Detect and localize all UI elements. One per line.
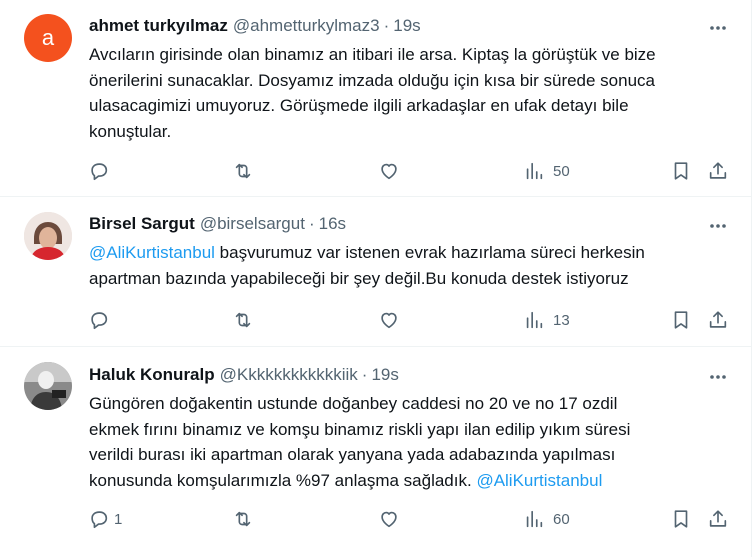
tweet-actions: 13 bbox=[0, 308, 752, 332]
like-button[interactable] bbox=[378, 308, 408, 332]
tweet-text-segment: konusunda komşularımızla %97 anlaşma sağ… bbox=[89, 470, 477, 490]
more-options-icon[interactable] bbox=[708, 18, 728, 38]
tweet-header: Birsel Sargut @birselsargut · 16s bbox=[89, 213, 732, 235]
more-options-icon[interactable] bbox=[708, 216, 728, 236]
reply-icon bbox=[91, 312, 108, 330]
bookmark-button[interactable] bbox=[670, 159, 692, 183]
tweet-text-line: apartman bazında yapabileceği bir şey de… bbox=[89, 268, 629, 288]
view-count: 50 bbox=[553, 162, 570, 180]
profile-photo bbox=[24, 362, 72, 410]
separator-dot: · bbox=[361, 365, 368, 384]
user-name[interactable]: Haluk Konuralp bbox=[89, 365, 215, 385]
retweet-icon bbox=[235, 163, 251, 179]
retweet-button[interactable] bbox=[232, 507, 262, 531]
heart-icon bbox=[381, 511, 397, 528]
separator-dot: · bbox=[308, 214, 315, 233]
views-button[interactable]: 13 bbox=[523, 308, 570, 332]
share-icon bbox=[709, 510, 727, 527]
share-icon bbox=[709, 311, 727, 328]
reply-button[interactable] bbox=[88, 308, 118, 332]
views-button[interactable]: 60 bbox=[523, 507, 570, 531]
timestamp[interactable]: 19s bbox=[393, 16, 420, 36]
tweet[interactable]: a ahmet turkyılmaz @ahmetturkylmaz3 · 19… bbox=[0, 0, 752, 197]
tweet-header: ahmet turkyılmaz @ahmetturkylmaz3 · 19s bbox=[89, 15, 732, 37]
share-button[interactable] bbox=[707, 308, 729, 332]
reply-button[interactable] bbox=[88, 159, 118, 183]
tweet-text-line: Güngören doğakentin ustunde doğanbey cad… bbox=[89, 394, 618, 413]
views-chart-icon bbox=[526, 510, 543, 528]
mention-link[interactable]: @AliKurtistanbul bbox=[476, 471, 602, 490]
view-count: 60 bbox=[553, 510, 570, 528]
heart-icon bbox=[381, 312, 397, 329]
profile-photo bbox=[24, 212, 72, 260]
tweet-text-line: verildi burası iki apartman olarak yanya… bbox=[89, 445, 616, 464]
bookmark-button[interactable] bbox=[670, 308, 692, 332]
share-button[interactable] bbox=[707, 159, 729, 183]
retweet-icon bbox=[235, 312, 251, 328]
tweet-text-segment: başvurumuz var istenen evrak hazırlama s… bbox=[214, 243, 645, 262]
like-button[interactable] bbox=[378, 159, 408, 183]
tweet-actions: 1 60 bbox=[0, 507, 752, 531]
retweet-button[interactable] bbox=[232, 159, 262, 183]
bookmark-icon bbox=[674, 510, 688, 528]
tweet-text-line: konusunda komşularımızla %97 anlaşma sağ… bbox=[89, 468, 726, 494]
like-button[interactable] bbox=[378, 507, 408, 531]
tweet-text-line: konuştular. bbox=[89, 121, 172, 141]
bookmark-icon bbox=[674, 162, 688, 180]
reply-icon bbox=[91, 511, 108, 529]
bookmark-button[interactable] bbox=[670, 507, 692, 531]
reply-count: 1 bbox=[114, 510, 123, 528]
avatar[interactable]: a bbox=[24, 14, 72, 62]
user-handle[interactable]: @ahmetturkylmaz3 bbox=[233, 16, 380, 36]
user-handle[interactable]: @birselsargut bbox=[200, 214, 305, 234]
heart-icon bbox=[381, 163, 397, 180]
timeline-feed: a ahmet turkyılmaz @ahmetturkylmaz3 · 19… bbox=[0, 0, 752, 557]
tweet-text: @AliKurtistanbul başvurumuz var istenen … bbox=[89, 240, 726, 291]
tweet[interactable]: Birsel Sargut @birselsargut · 16s @AliKu… bbox=[0, 197, 752, 347]
tweet[interactable]: Haluk Konuralp @Kkkkkkkkkkkkiik · 19s Gü… bbox=[0, 347, 752, 557]
views-chart-icon bbox=[526, 162, 543, 180]
share-button[interactable] bbox=[707, 507, 729, 531]
mention-link[interactable]: @AliKurtistanbul bbox=[89, 243, 215, 262]
tweet-text-line: Avcıların girisinde olan binamız an itib… bbox=[89, 45, 656, 64]
separator-dot: · bbox=[383, 16, 390, 35]
retweet-icon bbox=[235, 511, 251, 527]
bookmark-icon bbox=[674, 311, 688, 329]
retweet-button[interactable] bbox=[232, 308, 262, 332]
timestamp[interactable]: 19s bbox=[371, 365, 398, 385]
tweet-text: Güngören doğakentin ustunde doğanbey cad… bbox=[89, 391, 726, 493]
view-count: 13 bbox=[553, 311, 570, 329]
tweet-header: Haluk Konuralp @Kkkkkkkkkkkkiik · 19s bbox=[89, 364, 732, 386]
tweet-text: Avcıların girisinde olan binamız an itib… bbox=[89, 42, 726, 144]
reply-icon bbox=[91, 163, 108, 181]
tweet-text-line: ekmek fırını binamız ve komşu binamız ri… bbox=[89, 419, 631, 439]
user-name[interactable]: Birsel Sargut bbox=[89, 214, 195, 234]
share-icon bbox=[709, 162, 727, 179]
avatar[interactable] bbox=[24, 362, 72, 410]
user-name[interactable]: ahmet turkyılmaz bbox=[89, 16, 228, 36]
tweet-text-line: @AliKurtistanbul başvurumuz var istenen … bbox=[89, 240, 726, 266]
avatar[interactable] bbox=[24, 212, 72, 260]
reply-button[interactable]: 1 bbox=[88, 507, 122, 531]
tweet-text-line: ulasacagimizi umuyoruz. Görüşmede ilgili… bbox=[89, 96, 629, 115]
user-handle[interactable]: @Kkkkkkkkkkkkiik bbox=[220, 365, 358, 385]
tweet-actions: 50 bbox=[0, 159, 752, 183]
tweet-text-line: önerilerini sunacaklar. Dosyamız imzada … bbox=[89, 70, 656, 90]
views-button[interactable]: 50 bbox=[523, 159, 570, 183]
more-options-icon[interactable] bbox=[708, 367, 728, 387]
timestamp[interactable]: 16s bbox=[319, 214, 346, 234]
views-chart-icon bbox=[526, 311, 543, 329]
